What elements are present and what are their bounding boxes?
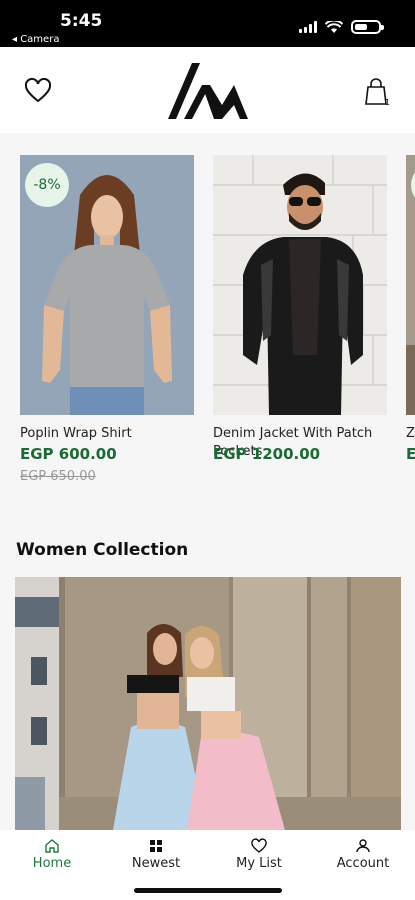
person-icon [356, 839, 370, 853]
grid-icon [150, 840, 162, 852]
tab-newest[interactable]: Newest [106, 838, 206, 871]
product-card[interactable]: - Zi [406, 155, 415, 443]
product-name: Poplin Wrap Shirt [20, 426, 132, 441]
product-card[interactable]: -8% Poplin Wrap Shirt [20, 155, 194, 443]
tab-my-list[interactable]: My List [209, 838, 309, 871]
tab-account[interactable]: Account [313, 838, 413, 871]
section-title: Women Collection [16, 540, 189, 560]
wifi-icon [325, 20, 343, 33]
svg-text:1: 1 [385, 98, 390, 107]
home-icon [45, 839, 59, 853]
app-header: 1 [0, 47, 415, 133]
product-image[interactable]: - [406, 155, 415, 415]
brand-logo[interactable] [164, 61, 252, 119]
product-price: EGP 600.00 [20, 445, 117, 463]
tab-newest-label: Newest [131, 856, 181, 871]
product-name: Zi [406, 426, 415, 441]
status-bar: 5:45 ◂ Camera [0, 0, 415, 47]
tab-home-label: Home [32, 856, 72, 871]
bottom-tab-bar: Home Newest My List Account [0, 830, 415, 900]
back-to-camera-link[interactable]: ◂ Camera [12, 34, 59, 45]
tab-home[interactable]: Home [2, 838, 102, 871]
tab-my-list-label: My List [236, 856, 282, 871]
product-price: E [406, 445, 415, 463]
battery-icon [351, 20, 384, 34]
shopping-bag-icon[interactable]: 1 [360, 75, 392, 107]
product-old-price: EGP 650.00 [20, 469, 96, 484]
product-image[interactable]: -8% [20, 155, 194, 415]
status-time: 5:45 [60, 11, 103, 31]
tab-account-label: Account [336, 856, 390, 871]
product-carousel[interactable]: -8% Poplin Wrap Shirt EGP 600.00 EGP 650… [0, 133, 415, 528]
collection-banner[interactable] [15, 577, 401, 830]
signal-icon [299, 21, 317, 33]
product-card[interactable]: Denim Jacket With Patch Pockets [213, 155, 387, 461]
wishlist-heart-icon[interactable] [24, 77, 52, 105]
status-icons [299, 20, 384, 34]
product-price: EGP 1200.00 [213, 445, 321, 463]
heart-icon [251, 838, 267, 853]
product-image[interactable] [213, 155, 387, 415]
home-indicator [134, 888, 282, 893]
discount-badge: -8% [25, 163, 69, 207]
